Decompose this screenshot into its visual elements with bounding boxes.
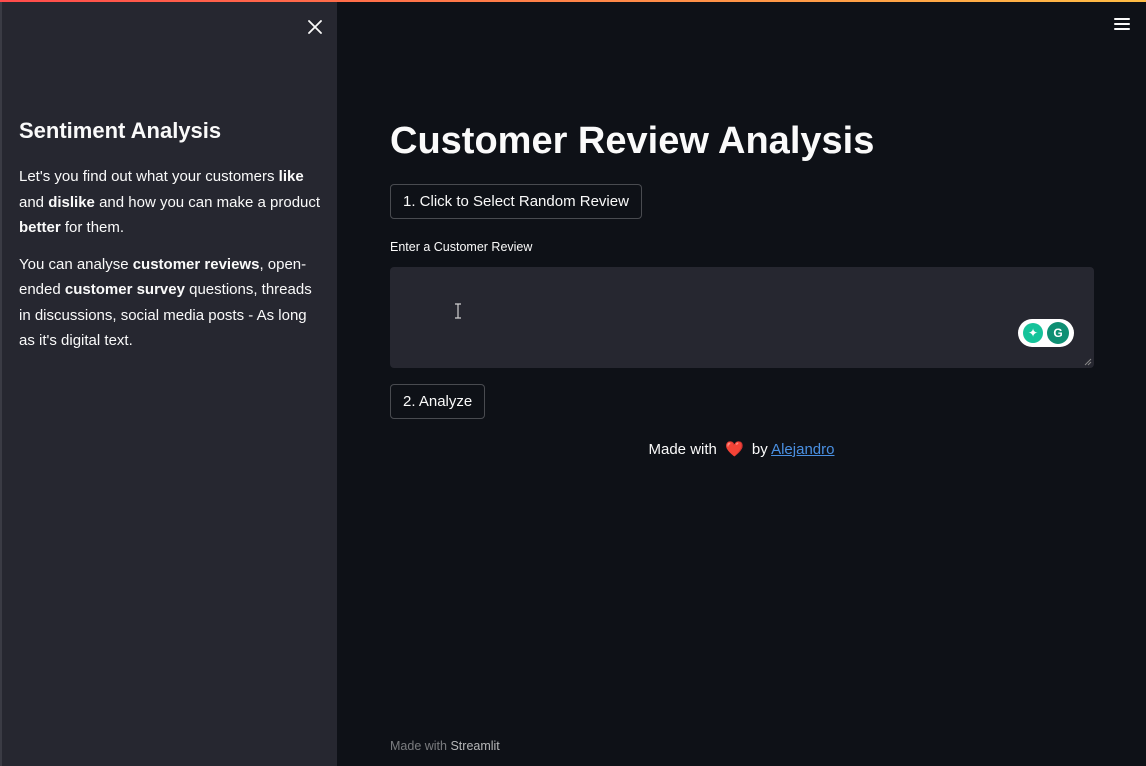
grammarly-bulb-icon: ✦ xyxy=(1023,323,1043,343)
analyze-button[interactable]: 2. Analyze xyxy=(390,384,486,419)
text-cursor-icon xyxy=(455,303,461,319)
text: Let's you find out what your customers xyxy=(19,168,279,186)
bold-text: better xyxy=(19,219,61,237)
bold-text: customer survey xyxy=(64,281,185,299)
grammarly-widget[interactable]: ✦ G xyxy=(1018,319,1074,347)
streamlit-footer: Made with Streamlit xyxy=(390,739,500,753)
text: and how you can make a product xyxy=(94,193,321,211)
sidebar-content: Sentiment Analysis Let's you find out wh… xyxy=(19,118,325,365)
sidebar: Sentiment Analysis Let's you find out wh… xyxy=(0,2,337,766)
select-random-review-button[interactable]: 1. Click to Select Random Review xyxy=(390,184,642,219)
main-content: Customer Review Analysis 1. Click to Sel… xyxy=(337,2,1146,766)
credit-text: Made with xyxy=(648,441,717,458)
sidebar-description: Let's you find out what your customers l… xyxy=(19,164,325,241)
bold-text: customer reviews xyxy=(132,255,260,273)
close-sidebar-button[interactable] xyxy=(302,14,328,40)
streamlit-link[interactable]: Streamlit xyxy=(450,739,499,753)
bold-text: dislike xyxy=(48,193,95,211)
bold-text: like xyxy=(278,168,304,186)
review-input-label: Enter a Customer Review xyxy=(390,240,533,254)
text: for them. xyxy=(60,219,125,237)
close-icon xyxy=(308,20,322,34)
heart-icon: ❤️ xyxy=(725,441,744,458)
author-link[interactable]: Alejandro xyxy=(771,441,834,458)
sidebar-title: Sentiment Analysis xyxy=(19,118,222,143)
review-textarea-container: ✦ G xyxy=(390,267,1094,368)
text: and xyxy=(19,193,49,211)
footer-text: Made with xyxy=(390,739,447,753)
page-title: Customer Review Analysis xyxy=(390,120,875,162)
credit-text: by xyxy=(751,441,768,458)
review-textarea[interactable] xyxy=(390,267,1094,368)
made-with-credit: Made with ❤️ by Alejandro xyxy=(337,440,1146,458)
sidebar-usage: You can analyse customer reviews, open-e… xyxy=(19,252,325,354)
text: You can analyse xyxy=(19,255,133,273)
resize-handle-icon[interactable] xyxy=(1084,358,1092,366)
grammarly-icon: G xyxy=(1047,322,1069,344)
